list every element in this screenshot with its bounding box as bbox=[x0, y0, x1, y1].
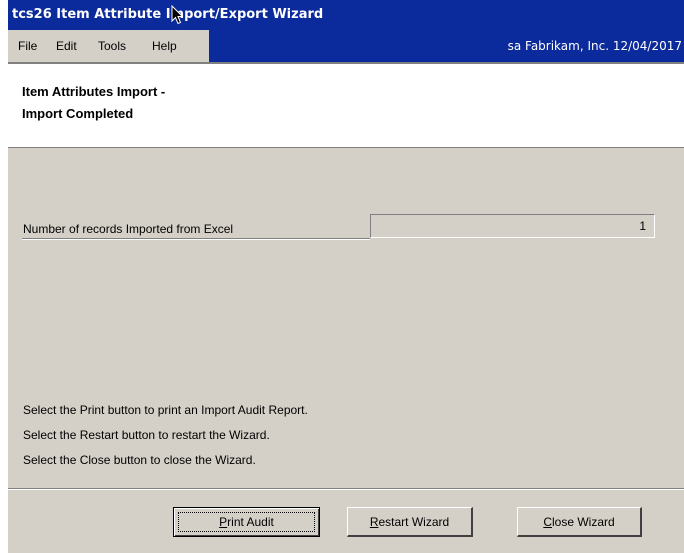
close-wizard-button[interactable]: Close Wizard bbox=[517, 507, 642, 537]
user-company-date: sa Fabrikam, Inc. 12/04/2017 bbox=[507, 39, 682, 53]
menu-file[interactable]: File bbox=[18, 30, 37, 62]
wizard-header-panel: Item Attributes Import - Import Complete… bbox=[8, 62, 684, 148]
close-wizard-label: lose Wizard bbox=[551, 514, 615, 529]
print-audit-button[interactable]: Print Audit bbox=[173, 507, 320, 537]
restart-wizard-button[interactable]: Restart Wizard bbox=[347, 507, 473, 537]
records-imported-value: 1 bbox=[370, 214, 655, 238]
menu-help[interactable]: Help bbox=[152, 30, 177, 62]
menu-bar: File Edit Tools Help sa Fabrikam, Inc. 1… bbox=[8, 30, 684, 62]
records-imported-label: Number of records Imported from Excel bbox=[23, 222, 234, 236]
print-audit-mnemonic: P bbox=[219, 515, 228, 529]
records-label-underline bbox=[22, 238, 370, 240]
menu-strip: File Edit Tools Help bbox=[8, 30, 209, 62]
close-wizard-mnemonic: C bbox=[543, 514, 552, 529]
wizard-step-title-line2: Import Completed bbox=[22, 106, 134, 121]
print-audit-label: rint Audit bbox=[227, 515, 274, 529]
window-title: tcs26 Item Attribute Import/Export Wizar… bbox=[12, 7, 324, 22]
footer-separator bbox=[8, 488, 684, 490]
instruction-close: Select the Close button to close the Wiz… bbox=[23, 453, 256, 467]
wizard-step-title: Item Attributes Import - Import Complete… bbox=[22, 81, 165, 125]
restart-wizard-label: estart Wizard bbox=[378, 514, 450, 529]
title-bar[interactable]: tcs26 Item Attribute Import/Export Wizar… bbox=[8, 0, 684, 30]
menu-tools[interactable]: Tools bbox=[98, 30, 126, 62]
menu-edit[interactable]: Edit bbox=[56, 30, 77, 62]
wizard-step-title-line1: Item Attributes Import - bbox=[22, 84, 166, 99]
mouse-cursor-icon bbox=[171, 5, 183, 25]
instruction-print: Select the Print button to print an Impo… bbox=[23, 403, 308, 417]
wizard-window: tcs26 Item Attribute Import/Export Wizar… bbox=[8, 0, 684, 553]
instruction-restart: Select the Restart button to restart the… bbox=[23, 428, 270, 442]
